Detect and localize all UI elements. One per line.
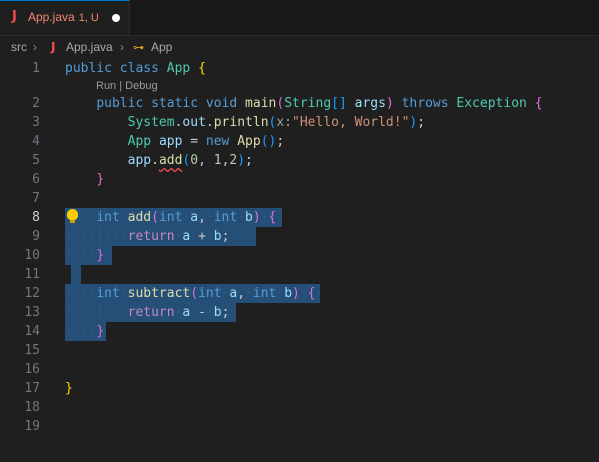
unsaved-dot-icon[interactable] (112, 14, 120, 22)
codelens-run-debug[interactable]: Run | Debug (96, 80, 158, 92)
parameter-hint: x: (276, 115, 293, 130)
code-line-12: ····int·subtract(int·a,·int·b)·{ (65, 286, 316, 301)
chevron-right-icon: › (33, 40, 37, 54)
selection (71, 265, 81, 284)
line-number: 13 (24, 305, 40, 320)
code-line-17: } (65, 381, 73, 396)
code-line-9: ····│···return·a·+·b; (65, 229, 230, 244)
tab-app-java[interactable]: J App.java 1, U (0, 0, 130, 35)
java-icon: J (12, 9, 17, 24)
code-line-5: app.add(0, 1,2); (127, 153, 253, 168)
line-number: 11 (24, 267, 40, 282)
breadcrumb-file[interactable]: App.java (66, 40, 113, 54)
breadcrumb-symbol[interactable]: App (151, 40, 172, 54)
code-line-13: ····│···return·a·-·b; (65, 305, 230, 320)
line-number: 18 (24, 400, 40, 415)
line-number: 7 (32, 191, 40, 206)
code-line-4: App app = new App(); (127, 134, 285, 149)
code-line-10: ····} (65, 248, 105, 263)
tab-filename: App.java (28, 10, 75, 24)
line-number: 2 (32, 96, 40, 111)
tab-bar: J App.java 1, U (0, 0, 599, 36)
code-line-1: public class App { (65, 61, 206, 76)
line-number: 10 (24, 248, 40, 263)
line-number: 14 (24, 324, 40, 339)
code-line-2: public static void main(String[] args) t… (96, 96, 543, 111)
line-number: 17 (24, 381, 40, 396)
error-squiggle: add (158, 153, 183, 168)
line-number: 19 (24, 419, 40, 434)
code-line-8: ····int·add(int·a,·int·b)·{ (65, 210, 277, 225)
code-editor[interactable]: 1 2 3 4 5 6 7 8 9 10 11 12 13 14 15 16 1… (0, 59, 599, 462)
class-icon: ⊶ (133, 41, 144, 54)
code-line-6: } (96, 172, 105, 187)
line-number: 1 (32, 61, 40, 76)
tab-problem-badge: 1, U (78, 12, 99, 24)
code-line-14: ····} (65, 324, 105, 339)
chevron-right-icon: › (120, 40, 124, 54)
line-number: 12 (24, 286, 40, 301)
line-number: 6 (32, 172, 40, 187)
line-number: 3 (32, 115, 40, 130)
breadcrumb-folder[interactable]: src (11, 40, 27, 54)
line-number: 4 (32, 134, 40, 149)
line-number: 9 (32, 229, 40, 244)
line-number: 15 (24, 343, 40, 358)
breadcrumb: src › J App.java › ⊶ App (0, 36, 599, 58)
code-line-3: System.out.println(x:"Hello, World!"); (127, 115, 426, 130)
line-number: 5 (32, 153, 40, 168)
java-icon: J (51, 40, 56, 54)
line-number-active: 8 (32, 210, 40, 225)
line-number: 16 (24, 362, 40, 377)
lightbulb-icon[interactable] (67, 209, 78, 223)
